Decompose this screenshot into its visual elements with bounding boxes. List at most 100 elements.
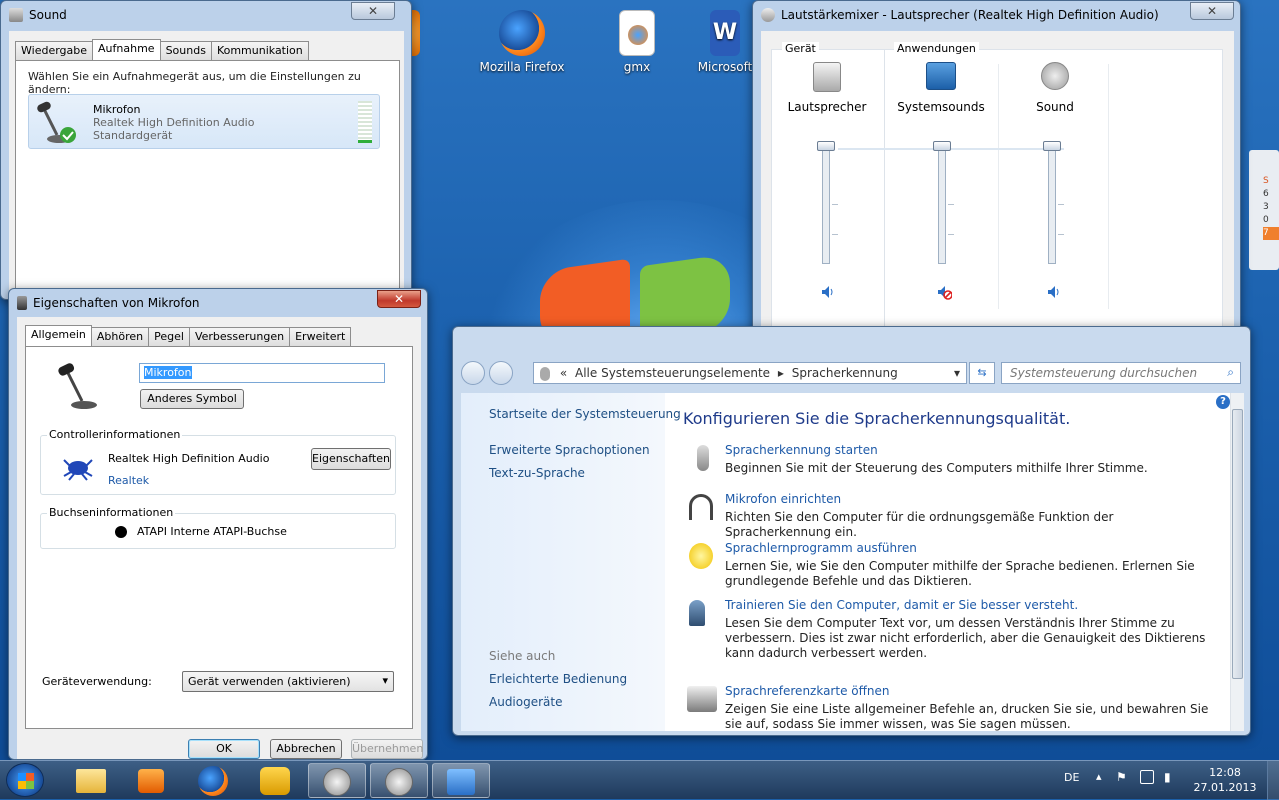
taskbar-sound[interactable] <box>308 763 366 798</box>
tab-allgemein[interactable]: Allgemein <box>25 325 92 346</box>
sound-window[interactable]: Sound ✕ Wiedergabe Aufnahme Sounds Kommu… <box>0 0 412 300</box>
taskbar-firefox[interactable] <box>184 763 242 798</box>
see-also-erleichterte-bedienung[interactable]: Erleichterte Bedienung <box>489 672 627 686</box>
slider-thumb[interactable] <box>817 141 835 151</box>
chevron-up-icon[interactable]: ▴ <box>1096 770 1102 783</box>
device-list-item[interactable]: Mikrofon Realtek High Definition Audio S… <box>28 94 380 149</box>
task-description: Lesen Sie dem Computer Text vor, um dess… <box>725 616 1206 660</box>
page-title: Konfigurieren Sie die Spracherkennungsqu… <box>683 409 1071 428</box>
mute-button-systemsounds[interactable] <box>936 284 953 300</box>
change-icon-button[interactable]: Anderes Symbol <box>140 389 244 409</box>
tab-wiedergabe[interactable]: Wiedergabe <box>15 41 94 60</box>
task-link[interactable]: Sprachreferenzkarte öffnen <box>725 684 889 698</box>
speaker-icon <box>761 8 775 22</box>
device-header: Gerät <box>782 42 819 55</box>
tab-erweitert[interactable]: Erweitert <box>289 327 352 346</box>
mute-button-sound[interactable] <box>1046 284 1062 300</box>
back-button[interactable] <box>461 361 485 385</box>
properties-window[interactable]: Eigenschaften von Mikrofon ✕ Allgemein A… <box>8 288 428 760</box>
apps-header: Anwendungen <box>894 42 979 55</box>
name-field[interactable]: Mikrofon <box>139 363 385 383</box>
taskbar-volume-mixer[interactable] <box>370 763 428 798</box>
calendar-gadget[interactable]: S 6 3 0 7 <box>1249 150 1279 270</box>
tab-sounds[interactable]: Sounds <box>159 41 212 60</box>
clock[interactable]: 12:08 27.01.2013 <box>1190 765 1260 795</box>
slider-thumb[interactable] <box>1043 141 1061 151</box>
search-input[interactable]: Systemsteuerung durchsuchen ⌕ <box>1001 362 1241 384</box>
mixer-titlebar[interactable]: Lautstärkemixer - Lautsprecher (Realtek … <box>753 1 1240 29</box>
volume-slider-sound[interactable] <box>1043 141 1061 264</box>
controller-name: Realtek High Definition Audio <box>108 452 270 465</box>
task-link[interactable]: Sprachlernprogramm ausführen <box>725 541 917 555</box>
properties-window-title: Eigenschaften von Mikrofon <box>33 296 200 310</box>
jack-color-icon <box>115 526 127 538</box>
chevron-down-icon[interactable]: ▾ <box>954 363 960 383</box>
realtek-crab-icon <box>61 452 95 482</box>
search-icon[interactable]: ⌕ <box>1227 365 1234 380</box>
firefox-icon <box>198 766 228 796</box>
close-button[interactable]: ✕ <box>1190 2 1234 20</box>
flag-icon[interactable]: ⚑ <box>1116 770 1127 784</box>
chevron-down-icon: ▾ <box>382 674 388 687</box>
show-desktop-button[interactable] <box>1267 761 1279 800</box>
taskbar-explorer[interactable] <box>62 763 120 798</box>
ok-button[interactable]: OK <box>188 739 260 759</box>
close-button[interactable]: ✕ <box>351 2 395 20</box>
speaker-icon <box>813 62 841 92</box>
chevron-right-icon: ▸ <box>777 366 784 380</box>
help-icon[interactable]: ? <box>1216 395 1230 409</box>
channel-label: Systemsounds <box>897 100 985 114</box>
controller-vendor-link[interactable]: Realtek <box>108 474 149 487</box>
level-meter <box>358 101 372 143</box>
channel-sound: Sound <box>1000 62 1110 114</box>
usage-select[interactable]: Gerät verwenden (aktivieren) ▾ <box>182 671 394 692</box>
taskbar-control-panel[interactable] <box>432 763 490 798</box>
volume-slider-systemsounds[interactable] <box>933 141 951 264</box>
tab-abhoeren[interactable]: Abhören <box>90 327 150 346</box>
cancel-button[interactable]: Abbrechen <box>270 739 342 759</box>
sidebar-item-erweiterte-sprachoptionen[interactable]: Erweiterte Sprachoptionen <box>489 443 650 457</box>
sidebar-home-link[interactable]: Startseite der Systemsteuerung <box>489 407 681 421</box>
task-link[interactable]: Mikrofon einrichten <box>725 492 841 506</box>
forward-button[interactable] <box>489 361 513 385</box>
task-description: Beginnen Sie mit der Steuerung des Compu… <box>725 461 1148 475</box>
taskbar-media-player[interactable] <box>122 763 180 798</box>
scrollbar[interactable] <box>1230 393 1244 731</box>
network-icon[interactable]: ▮ <box>1164 770 1171 784</box>
controller-properties-button[interactable]: Eigenschaften <box>311 448 391 470</box>
refresh-icon[interactable]: ⇆ <box>969 362 995 384</box>
sidebar-item-text-zu-sprache[interactable]: Text-zu-Sprache <box>489 466 585 480</box>
firefox-shortcut-icon <box>619 10 655 56</box>
desktop-icon-gmx[interactable]: gmx <box>592 10 682 74</box>
taskbar-app[interactable] <box>246 763 304 798</box>
apply-button[interactable]: Übernehmen <box>351 739 423 759</box>
channel-systemsounds: Systemsounds <box>886 62 996 114</box>
start-button[interactable] <box>6 763 44 797</box>
volume-slider-lautsprecher[interactable] <box>817 141 835 264</box>
language-indicator[interactable]: DE <box>1064 771 1079 784</box>
see-also-heading: Siehe auch <box>489 649 556 663</box>
device-name: Mikrofon <box>93 103 141 116</box>
sound-titlebar[interactable]: Sound <box>1 1 411 29</box>
desktop-icon-word[interactable]: W Microsoft <box>695 10 755 74</box>
task-link[interactable]: Trainieren Sie den Computer, damit er Si… <box>725 598 1078 612</box>
mute-button-lautsprecher[interactable] <box>820 284 836 300</box>
address-bar[interactable]: « Alle Systemsteuerungselemente ▸ Sprach… <box>533 362 967 384</box>
breadcrumb-item[interactable]: Alle Systemsteuerungselemente <box>575 366 770 380</box>
control-panel-window[interactable]: « Alle Systemsteuerungselemente ▸ Sprach… <box>452 326 1251 736</box>
close-button[interactable]: ✕ <box>377 290 421 308</box>
device-icon[interactable] <box>1140 770 1154 784</box>
breadcrumb-item[interactable]: Spracherkennung <box>792 366 898 380</box>
task-link[interactable]: Spracherkennung starten <box>725 443 878 457</box>
see-also-audiogeraete[interactable]: Audiogeräte <box>489 695 562 709</box>
tab-kommunikation[interactable]: Kommunikation <box>210 41 309 60</box>
mixer-panel: Gerät Anwendungen Lautsprecher Systemsou… <box>771 42 1223 327</box>
desktop-icon-firefox[interactable]: Mozilla Firefox <box>477 10 567 74</box>
tab-pegel[interactable]: Pegel <box>148 327 190 346</box>
task-description: Lernen Sie, wie Sie den Computer mithilf… <box>725 559 1195 588</box>
mixer-window[interactable]: Lautstärkemixer - Lautsprecher (Realtek … <box>752 0 1241 347</box>
slider-thumb[interactable] <box>933 141 951 151</box>
tab-aufnahme[interactable]: Aufnahme <box>92 39 161 60</box>
tab-verbesserungen[interactable]: Verbesserungen <box>188 327 291 346</box>
properties-titlebar[interactable]: Eigenschaften von Mikrofon <box>9 289 427 317</box>
